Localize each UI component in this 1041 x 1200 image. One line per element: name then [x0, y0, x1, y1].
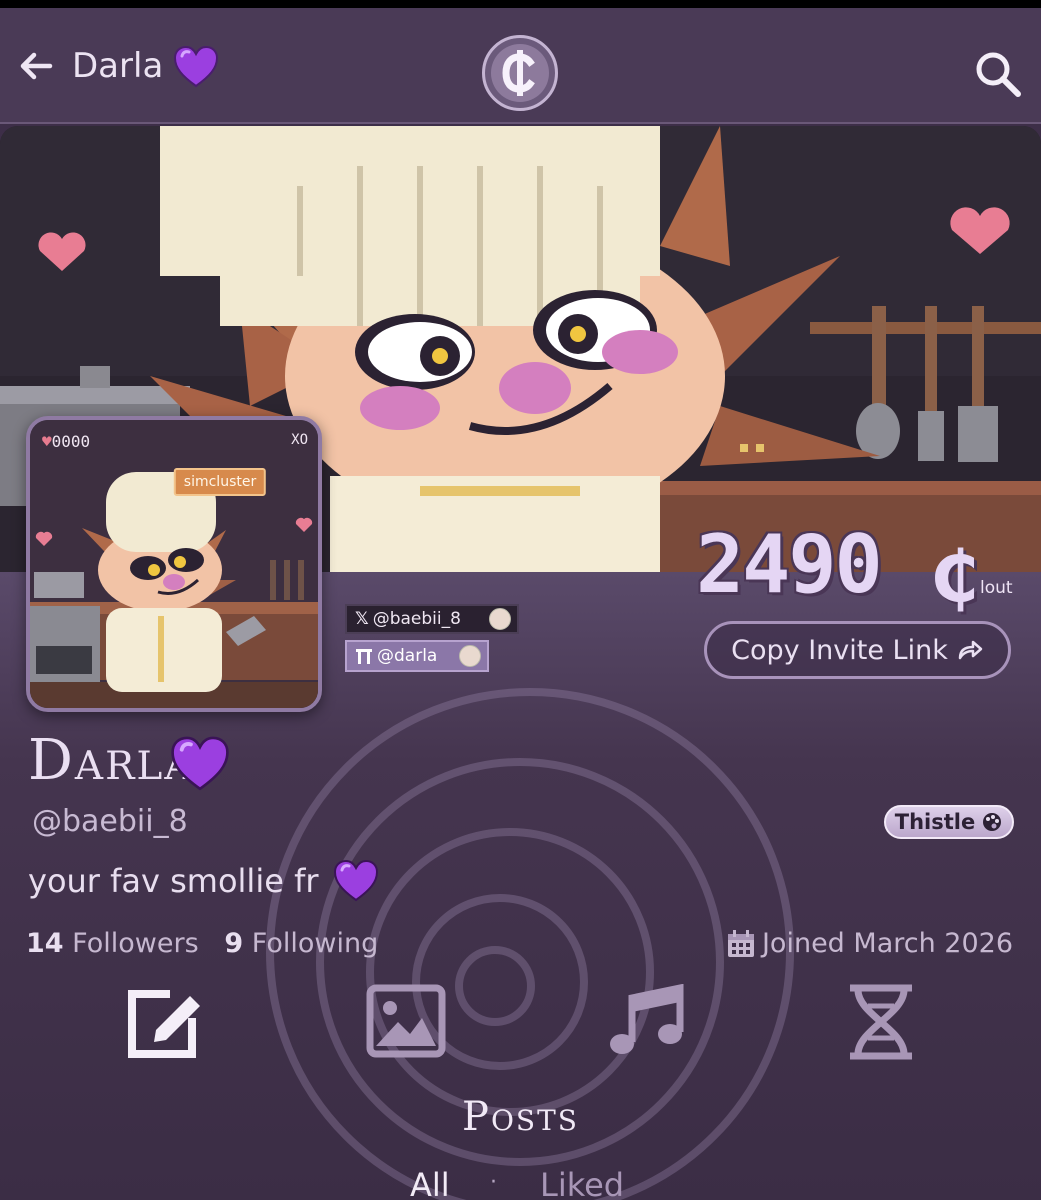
tab-posts[interactable] [126, 984, 206, 1060]
avatar-corner-text: XO [291, 432, 308, 448]
following-count: 9 [224, 928, 244, 959]
header-title: Darla [72, 46, 164, 86]
followers-link[interactable]: 14 Followers [26, 928, 199, 959]
clout-symbol: ₵ [930, 536, 979, 618]
tab-images[interactable] [366, 984, 446, 1060]
x-social-link[interactable]: 𝕏 @baebii_8 [345, 604, 519, 634]
simcluster-social-link[interactable]: @darla [345, 640, 489, 672]
image-icon [366, 984, 446, 1058]
music-icon [610, 983, 684, 1054]
filter-liked[interactable]: Liked [540, 1166, 624, 1200]
status-strip [0, 0, 1041, 8]
calendar-icon [727, 929, 754, 957]
palette-icon [983, 813, 1002, 831]
heart-icon: ♥ [42, 432, 52, 451]
mini-avatar [459, 645, 481, 667]
copy-invite-link-button[interactable]: Copy Invite Link [704, 621, 1011, 679]
tab-dna[interactable] [842, 984, 922, 1060]
theme-badge[interactable]: Thistle [884, 805, 1014, 839]
edit-icon [128, 990, 200, 1058]
following-link[interactable]: 9 Following [224, 928, 378, 959]
back-button[interactable] [14, 44, 58, 88]
theme-badge-label: Thistle [894, 810, 976, 834]
share-arrow-icon [958, 640, 983, 660]
clout-value: 2490 [696, 518, 883, 611]
follow-stats: 14 Followers 9 Following [26, 928, 378, 959]
followers-label: Followers [72, 928, 199, 959]
top-header: Darla [0, 8, 1041, 124]
home-logo-button[interactable] [482, 35, 558, 111]
avatar-chef-illustration [30, 420, 318, 708]
arrow-left-icon [20, 52, 53, 80]
invite-button-label: Copy Invite Link [731, 634, 948, 666]
avatar-tag: simcluster [173, 468, 267, 496]
followers-count: 14 [26, 928, 64, 959]
clout-unit: lout [980, 578, 1013, 598]
posts-heading: Posts [462, 1094, 579, 1140]
search-button[interactable] [972, 48, 1024, 100]
following-label: Following [251, 928, 379, 959]
dna-icon [850, 984, 912, 1060]
tab-music[interactable] [606, 983, 686, 1060]
clout-logo-icon [502, 50, 535, 96]
filter-separator: · [490, 1170, 497, 1195]
lives-counter: ♥0000 [42, 432, 90, 451]
avatar-card[interactable]: ♥0000 XO simcluster [26, 416, 322, 712]
x-handle: @baebii_8 [372, 609, 461, 629]
x-logo-icon: 𝕏 [355, 609, 369, 629]
search-icon [976, 52, 1021, 97]
filter-all[interactable]: All [410, 1166, 450, 1200]
profile-bio: your fav smollie fr [28, 862, 319, 900]
purple-heart-icon [173, 45, 219, 88]
purple-heart-icon [171, 736, 229, 791]
gate-icon [356, 649, 372, 664]
purple-heart-icon [333, 859, 379, 902]
simcluster-handle: @darla [377, 646, 438, 666]
lives-value: 0000 [51, 432, 91, 451]
joined-text: Joined March 2026 [761, 928, 1013, 959]
joined-date: Joined March 2026 [726, 928, 1013, 959]
profile-handle: @baebii_8 [32, 804, 188, 839]
mini-avatar [489, 608, 511, 630]
